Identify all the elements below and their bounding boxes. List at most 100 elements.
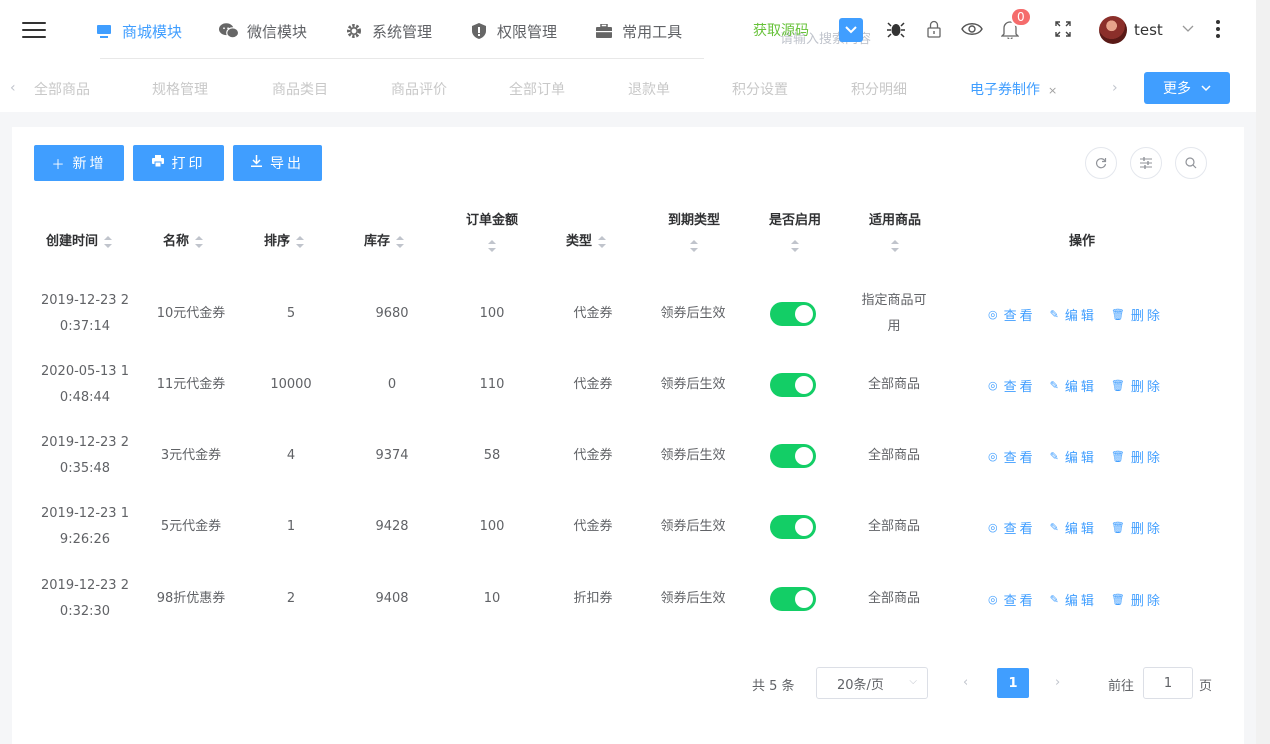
- sort-icon[interactable]: [104, 235, 113, 248]
- username[interactable]: test: [1134, 21, 1163, 39]
- enabled-switch[interactable]: [770, 515, 816, 539]
- column-filter-icon[interactable]: [1130, 147, 1162, 179]
- sort-icon[interactable]: [690, 240, 698, 252]
- page-size-select[interactable]: 20条/页 ⌵: [816, 667, 928, 699]
- add-button[interactable]: ＋ 新增: [34, 145, 124, 181]
- edit-button[interactable]: ✎ 编辑: [1050, 590, 1097, 609]
- print-button[interactable]: 打印: [133, 145, 224, 181]
- view-label: 查看: [1003, 308, 1036, 324]
- edit-button[interactable]: ✎ 编辑: [1050, 305, 1097, 324]
- cell-name: 5元代金券: [160, 519, 222, 534]
- gear-icon: [344, 21, 364, 41]
- fullscreen-icon[interactable]: [1055, 17, 1071, 41]
- hamburger-menu-icon[interactable]: [22, 22, 46, 40]
- view-button[interactable]: ◎ 查看: [988, 376, 1036, 395]
- col-header-label: 订单金额: [465, 213, 518, 228]
- enabled-switch[interactable]: [770, 302, 816, 326]
- lock-icon[interactable]: [926, 17, 942, 41]
- enabled-switch[interactable]: [770, 373, 816, 397]
- cell-expire: 领券后生效: [660, 377, 726, 392]
- sort-icon[interactable]: [396, 235, 405, 248]
- chevron-down-icon[interactable]: [1182, 17, 1194, 41]
- tag-spec-management[interactable]: 规格管理: [152, 79, 208, 99]
- col-header-type[interactable]: 类型: [566, 230, 607, 249]
- more-vertical-icon[interactable]: [1215, 17, 1221, 41]
- trash-icon: 🗑: [1110, 307, 1125, 321]
- goto-label: 前往: [1108, 679, 1135, 694]
- chevron-left-icon[interactable]: ‹: [10, 80, 16, 96]
- col-header-stock[interactable]: 库存: [364, 230, 405, 249]
- cell-stock: 9680: [375, 306, 409, 321]
- refresh-icon[interactable]: [1085, 147, 1117, 179]
- edit-button[interactable]: ✎ 编辑: [1050, 447, 1097, 466]
- edit-button[interactable]: ✎ 编辑: [1050, 518, 1097, 537]
- sort-icon[interactable]: [598, 235, 607, 248]
- enabled-switch[interactable]: [770, 444, 816, 468]
- cell-enabled: [743, 564, 843, 634]
- nav-item-system[interactable]: 系统管理: [344, 0, 432, 62]
- search-dropdown-button[interactable]: [839, 18, 863, 42]
- goto-page-input[interactable]: [1143, 667, 1193, 699]
- col-header-created[interactable]: 创建时间: [46, 230, 113, 249]
- cell-name: 10元代金券: [156, 306, 226, 321]
- tag-product-review[interactable]: 商品评价: [391, 79, 447, 99]
- tag-product-category[interactable]: 商品类目: [272, 79, 328, 99]
- tag-all-orders[interactable]: 全部订单: [509, 79, 565, 99]
- col-header-name[interactable]: 名称: [163, 230, 204, 249]
- avatar[interactable]: [1099, 16, 1127, 44]
- page-number-current[interactable]: 1: [997, 668, 1029, 698]
- view-button[interactable]: ◎ 查看: [988, 590, 1036, 609]
- delete-label: 删除: [1130, 450, 1163, 466]
- nav-item-tools[interactable]: 常用工具: [594, 0, 682, 62]
- delete-button[interactable]: 🗑 删除: [1111, 305, 1163, 324]
- tag-points-settings[interactable]: 积分设置: [732, 79, 788, 99]
- col-header-order-amount[interactable]: 订单金额: [464, 209, 520, 252]
- cell-type: 代金券: [573, 519, 613, 534]
- cell-applicable: 全部商品: [844, 421, 944, 491]
- tag-points-details[interactable]: 积分明细: [851, 79, 907, 99]
- row-actions: ◎ 查看 ✎ 编辑 🗑 删除: [988, 492, 1177, 562]
- monitor-icon: [94, 21, 114, 41]
- bug-icon[interactable]: [887, 17, 905, 41]
- search-icon[interactable]: [1175, 147, 1207, 179]
- col-header-applicable[interactable]: 适用商品: [867, 209, 923, 252]
- get-source-link[interactable]: 获取源码: [753, 20, 809, 40]
- col-header-enabled[interactable]: 是否启用: [767, 209, 823, 252]
- prev-page-icon[interactable]: ‹: [963, 675, 968, 690]
- next-page-icon[interactable]: ›: [1055, 675, 1060, 690]
- delete-button[interactable]: 🗑 删除: [1111, 447, 1163, 466]
- nav-item-wechat[interactable]: 微信模块: [219, 0, 307, 62]
- cell-amount: 110: [479, 377, 505, 392]
- table-row: 2019-12-23 2 0:35:48 3元代金券 4 9374 58 代金券 …: [12, 421, 1244, 491]
- delete-button[interactable]: 🗑 删除: [1111, 518, 1163, 537]
- view-label: 查看: [1003, 593, 1036, 609]
- export-button[interactable]: 导出: [233, 145, 322, 181]
- sort-icon[interactable]: [296, 235, 305, 248]
- edit-button[interactable]: ✎ 编辑: [1050, 376, 1097, 395]
- col-header-sort[interactable]: 排序: [264, 230, 305, 249]
- view-button[interactable]: ◎ 查看: [988, 518, 1036, 537]
- chevron-right-icon[interactable]: ›: [1112, 80, 1118, 96]
- tag-all-products[interactable]: 全部商品: [34, 79, 90, 99]
- enabled-switch[interactable]: [770, 587, 816, 611]
- sort-icon[interactable]: [891, 240, 899, 252]
- tag-refunds[interactable]: 退款单: [628, 79, 670, 99]
- sort-icon[interactable]: [195, 235, 204, 248]
- tag-ecoupon[interactable]: 电子券制作 ×: [970, 79, 1057, 99]
- edit-label: 编辑: [1064, 379, 1097, 395]
- sort-icon[interactable]: [791, 240, 799, 252]
- sort-icon[interactable]: [488, 240, 496, 252]
- view-button[interactable]: ◎ 查看: [988, 305, 1036, 324]
- delete-button[interactable]: 🗑 删除: [1111, 376, 1163, 395]
- more-tags-button[interactable]: 更多: [1144, 72, 1230, 104]
- vertical-scrollbar[interactable]: [1256, 0, 1270, 744]
- delete-button[interactable]: 🗑 删除: [1111, 590, 1163, 609]
- col-header-label: 排序: [264, 234, 291, 249]
- eye-icon[interactable]: [961, 17, 983, 41]
- nav-item-permission[interactable]: 权限管理: [469, 0, 557, 62]
- cell-stock: 9374: [375, 448, 409, 463]
- col-header-expire-type[interactable]: 到期类型: [666, 209, 722, 252]
- view-button[interactable]: ◎ 查看: [988, 447, 1036, 466]
- close-icon[interactable]: ×: [1048, 84, 1057, 97]
- nav-item-mall[interactable]: 商城模块: [94, 0, 182, 62]
